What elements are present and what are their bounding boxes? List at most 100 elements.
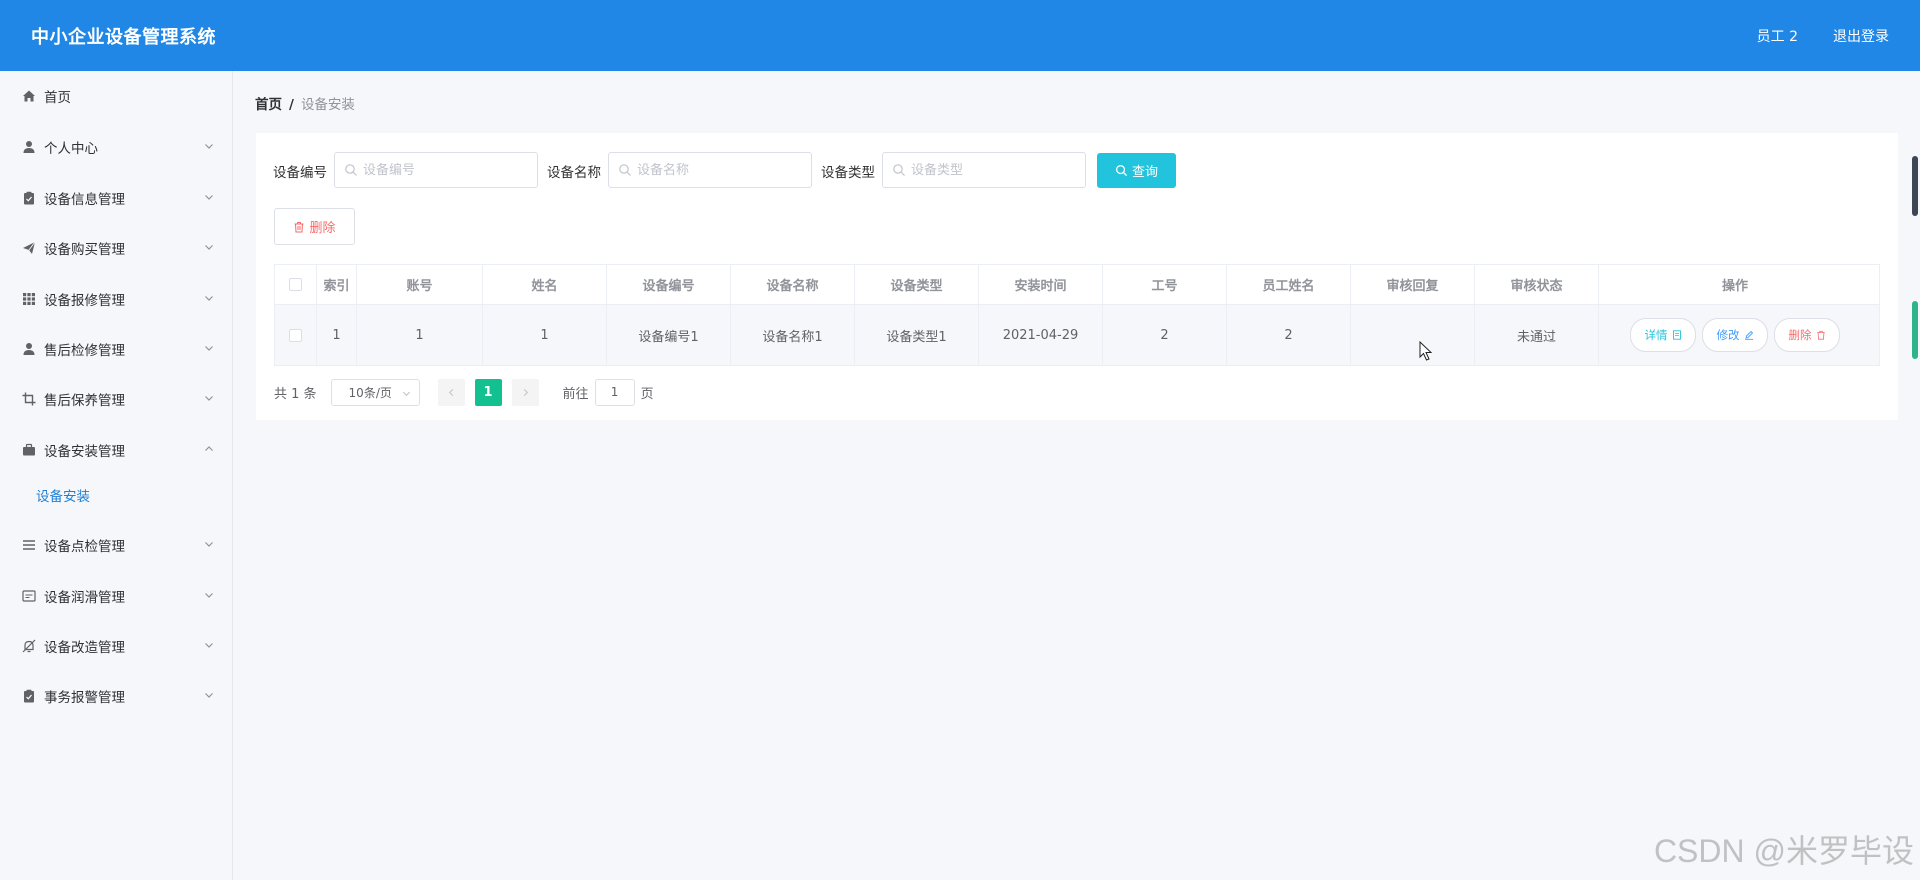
header-cell: 安装时间 [979, 265, 1103, 304]
cell-review-status: 未通过 [1475, 305, 1599, 365]
device-name-label: 设备名称 [547, 165, 601, 181]
select-all-checkbox[interactable] [289, 278, 302, 291]
sidebar-item-after-sales-inspection[interactable]: 售后检修管理 [0, 329, 232, 369]
batch-delete-label: 删除 [309, 221, 336, 236]
sidebar-item-label: 设备安装管理 [44, 444, 125, 460]
row-checkbox[interactable] [289, 328, 302, 342]
batch-delete-button[interactable]: 删除 [274, 208, 355, 245]
header-cell: 员工姓名 [1227, 265, 1351, 304]
header-cell: 设备编号 [607, 265, 731, 304]
edit-button[interactable]: 修改 [1702, 318, 1768, 352]
device-type-search[interactable] [882, 152, 1086, 188]
sidebar-item-label: 设备点检管理 [44, 539, 125, 555]
message-icon [22, 589, 36, 603]
user-icon [22, 140, 36, 154]
data-table: 索引 账号 姓名 设备编号 设备名称 设备类型 安装时间 工号 员工姓名 审核回… [274, 264, 1880, 366]
device-type-label: 设备类型 [821, 165, 875, 181]
header-select-all[interactable] [275, 265, 317, 304]
pagination: 共 1 条 10条/页 1 前往 页 [274, 378, 654, 406]
page-number-current[interactable]: 1 [474, 378, 502, 406]
query-button-label: 查询 [1131, 165, 1158, 180]
sidebar-item-label: 设备报修管理 [44, 293, 125, 309]
detail-button[interactable]: 详情 [1630, 318, 1696, 352]
goto-page-input[interactable] [594, 378, 635, 406]
edit-icon [1744, 330, 1753, 340]
sidebar: 首页 个人中心 设备信息管理 设备购买管理 设备报修管理 售后检修管理 售后保养… [0, 71, 233, 880]
cell-review-reply [1351, 305, 1475, 365]
query-button[interactable]: 查询 [1097, 153, 1176, 188]
table-row[interactable]: 1 1 1 设备编号1 设备名称1 设备类型1 2021-04-29 2 2 未… [275, 305, 1879, 365]
cell-actions: 详情 修改 删除 [1599, 305, 1871, 365]
sidebar-item-after-sales-maintenance[interactable]: 售后保养管理 [0, 379, 232, 419]
logout-link[interactable]: 退出登录 [1833, 26, 1889, 46]
sidebar-subitem-device-installation[interactable]: 设备安装 [0, 477, 232, 513]
sidebar-item-device-spot-check[interactable]: 设备点检管理 [0, 525, 232, 565]
goto-prefix: 前往 [562, 386, 589, 402]
pagination-total: 共 1 条 [274, 386, 317, 402]
sidebar-item-device-info[interactable]: 设备信息管理 [0, 178, 232, 218]
cell-employee-name: 2 [1227, 305, 1351, 365]
content-card: 设备编号 设备名称 设备类型 查询 删除 索引 [256, 133, 1898, 420]
cell-account: 1 [357, 305, 483, 365]
sidebar-item-device-purchase[interactable]: 设备购买管理 [0, 228, 232, 268]
breadcrumb-current: 设备安装 [300, 97, 355, 113]
header-cell: 索引 [317, 265, 357, 304]
chevron-left-icon [448, 388, 453, 396]
mouse-cursor-icon [1419, 340, 1433, 365]
row-select[interactable] [275, 305, 317, 365]
header-cell: 设备类型 [855, 265, 979, 304]
breadcrumb-home[interactable]: 首页 [255, 97, 282, 113]
search-icon [618, 163, 632, 177]
user-name[interactable]: 员工 2 [1757, 26, 1798, 46]
page-size-select[interactable]: 10条/页 [330, 378, 420, 406]
chevron-down-icon [204, 241, 214, 251]
table-header: 索引 账号 姓名 设备编号 设备名称 设备类型 安装时间 工号 员工姓名 审核回… [275, 265, 1879, 305]
sidebar-item-alarm-management[interactable]: 事务报警管理 [0, 676, 232, 716]
scrollbar-thumb-secondary[interactable] [1912, 301, 1918, 359]
device-name-input[interactable] [637, 162, 797, 178]
chevron-down-icon [204, 392, 214, 402]
edit-button-label: 修改 [1716, 328, 1740, 342]
chevron-down-icon [204, 689, 214, 699]
device-name-search[interactable] [608, 152, 812, 188]
sidebar-item-device-modification[interactable]: 设备改造管理 [0, 626, 232, 666]
sidebar-item-label: 首页 [44, 90, 71, 106]
sidebar-item-label: 设备购买管理 [44, 242, 125, 258]
header-cell: 审核状态 [1475, 265, 1599, 304]
sidebar-item-device-installation[interactable]: 设备安装管理 [0, 430, 232, 470]
chevron-down-icon [204, 140, 214, 150]
page-size-value: 10条/页 [348, 385, 392, 400]
sidebar-item-label: 售后保养管理 [44, 393, 125, 409]
device-no-label: 设备编号 [273, 165, 327, 181]
sidebar-item-label: 设备润滑管理 [44, 590, 125, 606]
sidebar-item-label: 设备信息管理 [44, 192, 125, 208]
device-no-search[interactable] [334, 152, 538, 188]
row-delete-button-label: 删除 [1788, 328, 1812, 342]
next-page-button[interactable] [511, 378, 539, 406]
chevron-down-icon [402, 391, 410, 396]
device-type-input[interactable] [911, 162, 1071, 178]
sidebar-item-personal-center[interactable]: 个人中心 [0, 127, 232, 167]
sidebar-item-label: 售后检修管理 [44, 343, 125, 359]
chevron-down-icon [204, 639, 214, 649]
cell-device-no: 设备编号1 [607, 305, 731, 365]
cell-name: 1 [483, 305, 607, 365]
crop-icon [22, 392, 36, 406]
prev-page-button[interactable] [437, 378, 465, 406]
page-scrollbar[interactable] [1908, 71, 1920, 880]
app-title: 中小企业设备管理系统 [31, 27, 216, 48]
row-delete-button[interactable]: 删除 [1774, 318, 1840, 352]
sidebar-item-home[interactable]: 首页 [0, 76, 232, 116]
search-icon [344, 163, 358, 177]
goto-suffix: 页 [640, 386, 654, 402]
breadcrumb-separator: / [289, 97, 294, 113]
scrollbar-thumb[interactable] [1912, 156, 1918, 216]
device-no-input[interactable] [363, 162, 523, 178]
cell-job-no: 2 [1103, 305, 1227, 365]
header-cell: 审核回复 [1351, 265, 1475, 304]
cell-index: 1 [317, 305, 357, 365]
list-icon [22, 538, 36, 552]
sidebar-item-device-lubrication[interactable]: 设备润滑管理 [0, 576, 232, 616]
header-cell: 设备名称 [731, 265, 855, 304]
sidebar-item-device-repair[interactable]: 设备报修管理 [0, 279, 232, 319]
